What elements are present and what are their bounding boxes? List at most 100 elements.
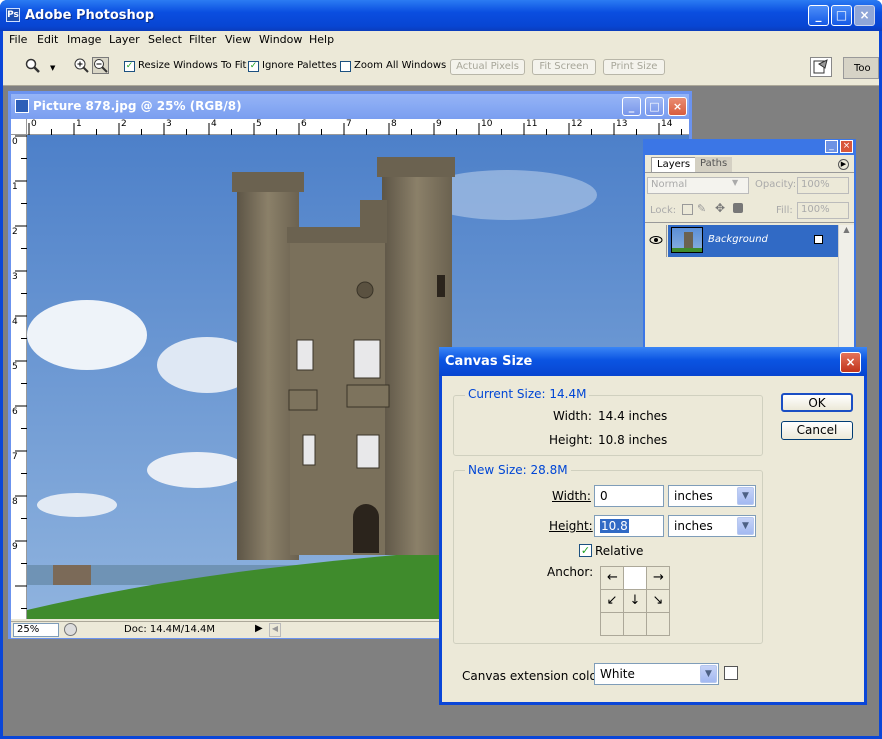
document-title-bar[interactable]: Picture 878.jpg @ 25% (RGB/8) _ □ × xyxy=(11,94,689,119)
doc-close-button[interactable]: × xyxy=(668,97,687,116)
tool-presets-tab[interactable]: Too xyxy=(843,57,879,79)
dialog-close-button[interactable]: × xyxy=(840,352,861,373)
magnifier-icon[interactable] xyxy=(25,58,41,74)
menu-image[interactable]: Image xyxy=(67,33,101,46)
fill-field[interactable]: 100% xyxy=(797,202,849,219)
menu-window[interactable]: Window xyxy=(259,33,302,46)
zoom-in-icon[interactable] xyxy=(73,57,90,74)
tab-paths[interactable]: Paths xyxy=(695,157,733,172)
minimize-button[interactable]: _ xyxy=(808,5,829,26)
doc-minimize-button[interactable]: _ xyxy=(622,97,641,116)
menu-file[interactable]: File xyxy=(9,33,27,46)
extension-color-swatch[interactable] xyxy=(724,666,738,680)
ruler-h-label: 5 xyxy=(256,119,262,129)
ruler-h-label: 8 xyxy=(391,119,397,129)
resize-windows-checkbox[interactable]: ✓ xyxy=(124,61,135,72)
lock-transparency-icon[interactable] xyxy=(682,204,693,215)
menu-help[interactable]: Help xyxy=(309,33,334,46)
arrow-right-icon[interactable]: → xyxy=(647,567,670,590)
height-unit-select[interactable]: inches ▼ xyxy=(668,515,756,537)
ruler-h-label: 2 xyxy=(121,119,127,129)
menu-edit[interactable]: Edit xyxy=(37,33,58,46)
width-unit-select[interactable]: inches ▼ xyxy=(668,485,756,507)
ignore-palettes-label: Ignore Palettes xyxy=(262,60,337,71)
ruler-v-label: 6 xyxy=(12,407,18,417)
palette-menu-icon[interactable]: ▶ xyxy=(838,159,849,170)
layers-palette: _ × Layers Paths ▶ Normal ▼ Opacity: 100… xyxy=(643,139,856,354)
ruler-h-label: 13 xyxy=(616,119,628,129)
visibility-eye-icon[interactable] xyxy=(647,225,667,257)
new-height-input[interactable]: 10.8 xyxy=(594,515,664,537)
ruler-h-label: 1 xyxy=(76,119,82,129)
menu-select[interactable]: Select xyxy=(148,33,182,46)
zoom-all-windows-checkbox[interactable] xyxy=(340,61,351,72)
horizontal-ruler[interactable]: 0 1 2 3 4 5 6 7 8 9 10 11 12 13 14 xyxy=(27,119,689,135)
dialog-title: Canvas Size xyxy=(445,354,533,369)
zoom-level-field[interactable]: 25% xyxy=(13,623,59,637)
scroll-up-arrow-icon[interactable]: ▲ xyxy=(839,225,854,234)
ruler-v-label: 1 xyxy=(12,182,18,192)
options-bar: ▼ ✓ Resize Windows To Fit ✓ Ignore Palet… xyxy=(3,50,879,86)
new-width-input[interactable]: 0 xyxy=(594,485,664,507)
zoom-out-icon[interactable] xyxy=(92,57,109,74)
close-button[interactable]: × xyxy=(854,5,875,26)
opacity-field[interactable]: 100% xyxy=(797,177,849,194)
height-unit-value: inches xyxy=(674,519,713,533)
lock-brush-icon[interactable]: ✎ xyxy=(697,202,706,215)
palette-close-button[interactable]: × xyxy=(840,140,853,153)
palette-well-icon[interactable] xyxy=(810,57,832,77)
ruler-origin[interactable] xyxy=(11,119,27,135)
arrow-left-icon[interactable]: ← xyxy=(601,567,624,590)
lock-label: Lock: xyxy=(650,205,677,216)
chevron-down-icon[interactable]: ▼ xyxy=(737,517,754,535)
anchor-cell-bottom-right[interactable] xyxy=(647,613,670,636)
ruler-v-label: 8 xyxy=(12,497,18,507)
tool-preset-dropdown-icon[interactable]: ▼ xyxy=(50,64,55,72)
current-size-title: Current Size: 14.4M xyxy=(465,387,590,401)
ok-button[interactable]: OK xyxy=(781,393,853,412)
ruler-h-label: 4 xyxy=(211,119,217,129)
chevron-down-icon[interactable]: ▼ xyxy=(700,665,717,683)
palette-minimize-button[interactable]: _ xyxy=(825,140,838,153)
vertical-ruler[interactable]: 0 1 2 3 4 5 6 7 8 9 xyxy=(11,135,27,619)
arrow-down-left-icon[interactable]: ↙ xyxy=(601,590,624,613)
menu-filter[interactable]: Filter xyxy=(189,33,216,46)
cancel-button[interactable]: Cancel xyxy=(781,421,853,440)
doc-maximize-button[interactable]: □ xyxy=(645,97,664,116)
fill-label: Fill: xyxy=(776,205,793,216)
new-width-label: Width: xyxy=(552,489,591,503)
arrow-down-right-icon[interactable]: ↘ xyxy=(647,590,670,613)
anchor-cell-top-center[interactable] xyxy=(624,567,647,590)
anchor-grid: ← → ↙ ↓ ↘ xyxy=(600,566,670,636)
ignore-palettes-checkbox[interactable]: ✓ xyxy=(248,61,259,72)
dialog-title-bar[interactable]: Canvas Size × xyxy=(439,347,867,376)
relative-checkbox[interactable]: ✓ xyxy=(579,544,592,557)
anchor-cell-bottom-left[interactable] xyxy=(601,613,624,636)
extension-color-select[interactable]: White ▼ xyxy=(594,663,719,685)
ruler-v-label: 0 xyxy=(12,137,18,147)
print-size-button[interactable]: Print Size xyxy=(603,59,665,75)
ruler-h-label: 0 xyxy=(31,119,37,129)
status-arrow-icon[interactable]: ▶ xyxy=(255,623,263,634)
lock-move-icon[interactable]: ✥ xyxy=(715,201,725,215)
scroll-left-arrow-icon[interactable]: ◀ xyxy=(269,623,281,637)
extension-color-value: White xyxy=(600,667,635,681)
maximize-button[interactable]: □ xyxy=(831,5,852,26)
status-menu-icon[interactable] xyxy=(64,623,77,636)
actual-pixels-button[interactable]: Actual Pixels xyxy=(450,59,525,75)
layer-row-background[interactable]: Background xyxy=(668,225,838,257)
lock-all-icon[interactable] xyxy=(733,203,743,213)
anchor-cell-bottom-center[interactable] xyxy=(624,613,647,636)
ruler-v-label: 5 xyxy=(12,362,18,372)
arrow-down-icon[interactable]: ↓ xyxy=(624,590,647,613)
chevron-down-icon[interactable]: ▼ xyxy=(737,487,754,505)
fit-screen-button[interactable]: Fit Screen xyxy=(532,59,596,75)
document-title: Picture 878.jpg @ 25% (RGB/8) xyxy=(33,99,242,113)
blend-mode-arrow-icon[interactable]: ▼ xyxy=(732,178,738,187)
menu-layer[interactable]: Layer xyxy=(109,33,140,46)
layers-scrollbar[interactable]: ▲ xyxy=(838,225,854,350)
ruler-v-label: 7 xyxy=(12,452,18,462)
ruler-h-label: 11 xyxy=(526,119,538,129)
tab-layers[interactable]: Layers xyxy=(651,157,697,172)
menu-view[interactable]: View xyxy=(225,33,251,46)
